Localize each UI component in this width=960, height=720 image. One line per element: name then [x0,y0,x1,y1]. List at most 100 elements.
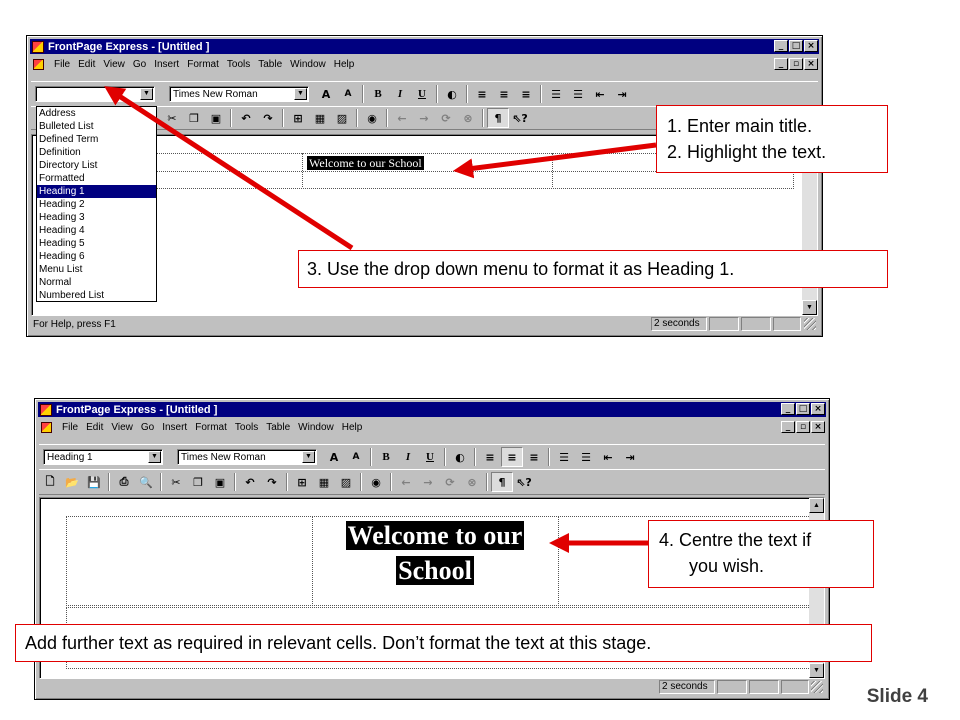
style-option[interactable]: Menu List [37,263,156,276]
style-option[interactable]: Defined Term [37,133,156,146]
selected-title-text[interactable]: Welcome to our School [307,156,424,170]
resize-grip-icon[interactable] [811,681,823,693]
chevron-down-icon[interactable]: ▼ [294,88,307,100]
forward-icon[interactable]: → [413,108,435,128]
minimize-button[interactable]: _ [774,40,788,52]
menu-window[interactable]: Window [286,59,330,70]
insert-image-icon[interactable]: ▨ [335,472,357,492]
menu-help[interactable]: Help [330,59,359,70]
hyperlink-icon[interactable]: ◉ [361,108,383,128]
back-icon[interactable]: ← [395,472,417,492]
back-icon[interactable]: ← [391,108,413,128]
align-right-icon[interactable]: ≡ [523,447,545,467]
print-preview-icon[interactable]: 🔍 [135,472,157,492]
chevron-down-icon[interactable]: ▼ [148,451,161,463]
insert-table-icon[interactable]: ▦ [313,472,335,492]
print-icon[interactable]: ⎙ [113,472,135,492]
centered-title-text[interactable]: Welcome to our School [320,518,550,588]
bold-button[interactable]: B [375,447,397,467]
doc-restore-button[interactable]: ▫ [796,421,810,433]
redo-icon[interactable]: ↷ [261,472,283,492]
minimize-button[interactable]: _ [781,403,795,415]
redo-icon[interactable]: ↷ [257,108,279,128]
scroll-down-button[interactable]: ▼ [802,300,817,315]
style-option[interactable]: Heading 2 [37,198,156,211]
increase-indent-icon[interactable]: ⇥ [619,447,641,467]
bold-button[interactable]: B [367,84,389,104]
resize-grip-icon[interactable] [804,318,816,330]
align-center-icon[interactable]: ≡ [501,447,523,467]
style-option[interactable]: Address [37,107,156,120]
copy-icon[interactable]: ❐ [183,108,205,128]
chevron-down-icon[interactable]: ▼ [140,88,153,100]
menu-file[interactable]: File [58,422,82,433]
align-left-icon[interactable]: ≡ [479,447,501,467]
help-pointer-icon[interactable]: ⇖? [513,472,535,492]
menu-table[interactable]: Table [262,422,294,433]
hyperlink-icon[interactable]: ◉ [365,472,387,492]
style-option[interactable]: Heading 4 [37,224,156,237]
style-option[interactable]: Heading 5 [37,237,156,250]
menu-tools[interactable]: Tools [231,422,262,433]
refresh-icon[interactable]: ⟳ [439,472,461,492]
style-dropdown-list[interactable]: Address Bulleted List Defined Term Defin… [36,106,157,302]
style-option[interactable]: Formatted [37,172,156,185]
menu-go[interactable]: Go [137,422,158,433]
align-left-icon[interactable]: ≡ [471,84,493,104]
doc-close-button[interactable]: × [804,58,818,70]
show-paragraph-marks-icon[interactable]: ¶ [491,472,513,492]
new-page-icon[interactable]: 🗋 [39,472,61,492]
style-combo[interactable]: Heading 1 ▼ [43,449,163,465]
decrease-font-button[interactable]: A [337,84,359,104]
chevron-down-icon[interactable]: ▼ [302,451,315,463]
maximize-button[interactable]: □ [796,403,810,415]
increase-font-button[interactable]: A [315,84,337,104]
undo-icon[interactable]: ↶ [235,108,257,128]
align-center-icon[interactable]: ≡ [493,84,515,104]
menu-format[interactable]: Format [183,59,223,70]
insert-form-icon[interactable]: ⊞ [287,108,309,128]
style-combo[interactable]: ▼ [35,86,155,102]
doc-restore-button[interactable]: ▫ [789,58,803,70]
doc-minimize-button[interactable]: _ [774,58,788,70]
menu-insert[interactable]: Insert [150,59,183,70]
menu-edit[interactable]: Edit [82,422,107,433]
decrease-indent-icon[interactable]: ⇤ [597,447,619,467]
italic-button[interactable]: I [397,447,419,467]
style-option[interactable]: Heading 6 [37,250,156,263]
doc-close-button[interactable]: × [811,421,825,433]
paste-icon[interactable]: ▣ [209,472,231,492]
scroll-up-button[interactable]: ▲ [809,498,824,513]
align-right-icon[interactable]: ≡ [515,84,537,104]
menu-tools[interactable]: Tools [223,59,254,70]
cut-icon[interactable]: ✂ [161,108,183,128]
stop-icon[interactable]: ⊗ [457,108,479,128]
menu-file[interactable]: File [50,59,74,70]
underline-button[interactable]: U [419,447,441,467]
show-paragraph-marks-icon[interactable]: ¶ [487,108,509,128]
close-button[interactable]: × [804,40,818,52]
style-option[interactable]: Numbered List [37,289,156,302]
menu-help[interactable]: Help [338,422,367,433]
open-folder-icon[interactable]: 📂 [61,472,83,492]
decrease-font-button[interactable]: A [345,447,367,467]
bulleted-list-icon[interactable]: ☰ [575,447,597,467]
copy-icon[interactable]: ❐ [187,472,209,492]
scroll-down-button[interactable]: ▼ [809,663,824,678]
increase-indent-icon[interactable]: ⇥ [611,84,633,104]
font-combo[interactable]: Times New Roman ▼ [169,86,309,102]
doc-minimize-button[interactable]: _ [781,421,795,433]
style-option[interactable]: Directory List [37,159,156,172]
help-pointer-icon[interactable]: ⇖? [509,108,531,128]
text-color-icon[interactable]: ◐ [449,447,471,467]
insert-form-icon[interactable]: ⊞ [291,472,313,492]
style-option[interactable]: Heading 3 [37,211,156,224]
menu-format[interactable]: Format [191,422,231,433]
menu-go[interactable]: Go [129,59,150,70]
cut-icon[interactable]: ✂ [165,472,187,492]
font-combo[interactable]: Times New Roman ▼ [177,449,317,465]
numbered-list-icon[interactable]: ☰ [553,447,575,467]
menu-view[interactable]: View [107,422,137,433]
style-option-selected[interactable]: Heading 1 [37,185,156,198]
menu-table[interactable]: Table [254,59,286,70]
